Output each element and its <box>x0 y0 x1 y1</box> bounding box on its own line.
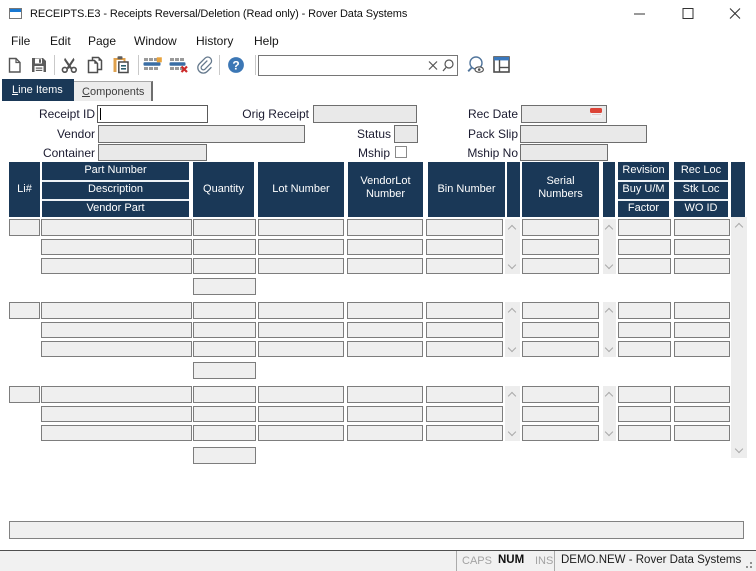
svg-text:?: ? <box>232 58 239 72</box>
